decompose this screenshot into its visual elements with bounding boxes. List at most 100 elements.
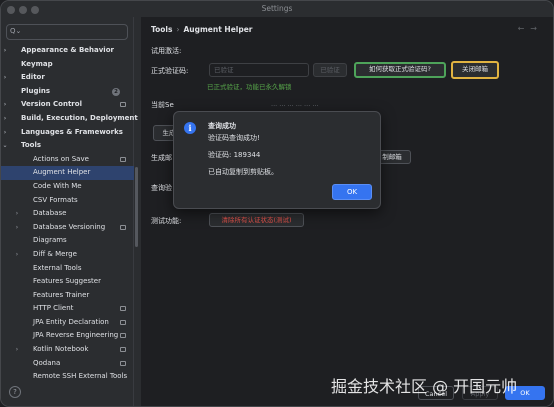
sidebar-item[interactable]: Features Suggester: [1, 275, 134, 289]
sidebar-item[interactable]: External Tools: [1, 262, 134, 276]
sidebar-item[interactable]: › Database Versioning: [1, 221, 134, 235]
session-value: ... ... ... ... ... ...: [271, 100, 319, 108]
sidebar-item[interactable]: › Kotlin Notebook: [1, 343, 134, 357]
dialog-message-2: 验证码: 189344: [208, 151, 261, 159]
project-level-icon: [120, 319, 126, 325]
chevron-right-icon[interactable]: ›: [13, 343, 21, 357]
sidebar-item[interactable]: JPA Reverse Engineering: [1, 329, 134, 343]
sidebar-item[interactable]: Code With Me: [1, 180, 134, 194]
sidebar-item-label: JPA Reverse Engineering: [33, 331, 119, 340]
chevron-right-icon[interactable]: ›: [1, 112, 9, 126]
sidebar-scrollbar[interactable]: [135, 167, 138, 247]
sidebar-item[interactable]: JPA Entity Declaration: [1, 316, 134, 330]
sidebar-item[interactable]: › Editor: [1, 71, 134, 85]
chevron-right-icon[interactable]: ›: [1, 71, 9, 85]
section-title: 试用激活:: [151, 47, 182, 55]
sidebar-item-label: Augment Helper: [33, 168, 91, 177]
sidebar-item[interactable]: › Languages & Frameworks: [1, 126, 134, 140]
breadcrumb-parent[interactable]: Tools: [151, 25, 172, 34]
settings-window: Settings Q⌄ › Appearance & Behavior Keymap…: [0, 0, 554, 407]
code-label: 正式验证码:: [151, 67, 189, 75]
settings-sidebar: Q⌄ › Appearance & Behavior Keymap › Editor Pl…: [1, 17, 138, 406]
query-success-dialog: i 查询成功 验证码查询成功! 验证码: 189344 已自动复制到剪贴板。 O…: [173, 111, 381, 209]
dialog-title: 查询成功: [208, 122, 236, 130]
dialog-message-3: 已自动复制到剪贴板。: [208, 168, 278, 176]
sidebar-item[interactable]: ⌄ Tools: [1, 139, 134, 153]
project-level-icon: [120, 156, 126, 162]
back-forward-arrows-icon[interactable]: ←→: [518, 24, 543, 33]
project-level-icon: [120, 306, 126, 312]
sidebar-item-label: Features Trainer: [33, 290, 90, 299]
generate-email-label: 生成邮: [151, 154, 172, 162]
close-email-button[interactable]: 关闭邮箱: [451, 61, 499, 79]
help-icon[interactable]: ?: [9, 386, 21, 398]
project-level-icon: [120, 333, 126, 339]
chevron-right-icon[interactable]: ›: [1, 44, 9, 58]
search-icon: Q⌄: [10, 27, 22, 35]
chevron-right-icon[interactable]: ›: [1, 98, 9, 112]
sidebar-item-label: Build, Execution, Deployment: [21, 113, 138, 122]
sidebar-item-label: Qodana: [33, 358, 61, 367]
watermark-text: 掘金技术社区 @ 开国元帅: [331, 377, 518, 396]
sidebar-item-label: JPA Entity Declaration: [33, 317, 109, 326]
chevron-right-icon[interactable]: ›: [1, 126, 9, 140]
sidebar-item[interactable]: Diagrams: [1, 234, 134, 248]
sidebar-item-label: Database: [33, 209, 67, 218]
sidebar-item[interactable]: HTTP Client: [1, 302, 134, 316]
query-code-label: 查询验: [151, 184, 172, 192]
chevron-right-icon[interactable]: ›: [13, 221, 21, 235]
project-level-icon: [120, 102, 126, 108]
info-icon: i: [184, 122, 196, 134]
verified-status: 已正式验证，功能已永久解锁: [207, 83, 292, 91]
sidebar-item[interactable]: Keymap: [1, 58, 134, 72]
project-level-icon: [120, 360, 126, 366]
sidebar-item-label: Plugins: [21, 86, 51, 95]
sidebar-item-label: HTTP Client: [33, 304, 74, 313]
how-to-get-code-button[interactable]: 如何获取正式验证码?: [354, 62, 446, 78]
sidebar-item-label: Database Versioning: [33, 222, 106, 231]
sidebar-item[interactable]: Remote SSH External Tools: [1, 370, 134, 384]
settings-tree: › Appearance & Behavior Keymap › Editor Plugi…: [1, 44, 138, 384]
clear-auth-test-button[interactable]: 清除所有认证状态(测试): [209, 213, 304, 227]
sidebar-item-label: Appearance & Behavior: [21, 46, 114, 54]
session-label: 当前Se: [151, 101, 174, 109]
sidebar-item[interactable]: Qodana: [1, 357, 134, 371]
sidebar-item[interactable]: Features Trainer: [1, 289, 134, 303]
sidebar-item-label: Kotlin Notebook: [33, 345, 89, 354]
sidebar-item[interactable]: › Build, Execution, Deployment: [1, 112, 138, 126]
verification-code-input[interactable]: 已验证: [209, 63, 309, 77]
sidebar-item[interactable]: Plugins 2: [1, 85, 134, 99]
sidebar-item-label: Actions on Save: [33, 154, 89, 163]
project-level-icon: [120, 224, 126, 230]
chevron-right-icon[interactable]: ›: [13, 207, 21, 221]
sidebar-item[interactable]: Actions on Save: [1, 153, 134, 167]
sidebar-item-label: Diff & Merge: [33, 249, 77, 258]
dialog-message-1: 验证码查询成功!: [208, 134, 260, 142]
sidebar-item-label: Diagrams: [33, 236, 67, 245]
sidebar-item-label: Editor: [21, 73, 45, 82]
settings-content: Tools › Augment Helper ←→ 试用激活: 正式验证码: 已验证…: [141, 17, 553, 406]
chevron-down-icon[interactable]: ⌄: [1, 139, 9, 153]
sidebar-item-label: Languages & Frameworks: [21, 127, 123, 136]
settings-search-input[interactable]: Q⌄: [6, 24, 128, 40]
window-title: Settings: [261, 4, 293, 13]
sidebar-item-label: External Tools: [33, 263, 82, 272]
sidebar-item[interactable]: › Diff & Merge: [1, 248, 134, 262]
sidebar-item-label: Keymap: [21, 59, 53, 68]
verify-button[interactable]: 已验证: [313, 63, 347, 77]
sidebar-item[interactable]: › Database: [1, 207, 134, 221]
sidebar-item[interactable]: › Version Control: [1, 98, 134, 112]
sidebar-item-label: Code With Me: [33, 181, 82, 190]
sidebar-item-label: Tools: [21, 141, 42, 150]
test-label: 测试功能:: [151, 217, 182, 225]
title-bar: Settings: [1, 1, 553, 17]
sidebar-item-label: Remote SSH External Tools: [33, 372, 128, 381]
chevron-right-icon[interactable]: ›: [13, 248, 21, 262]
dialog-ok-button[interactable]: OK: [332, 184, 372, 200]
sidebar-item[interactable]: Augment Helper: [1, 166, 134, 180]
sidebar-item-label: Version Control: [21, 100, 82, 109]
update-count-badge: 2: [112, 87, 120, 96]
breadcrumb-current: Augment Helper: [183, 25, 253, 34]
sidebar-item[interactable]: › Appearance & Behavior: [1, 44, 134, 58]
sidebar-item[interactable]: CSV Formats: [1, 194, 134, 208]
